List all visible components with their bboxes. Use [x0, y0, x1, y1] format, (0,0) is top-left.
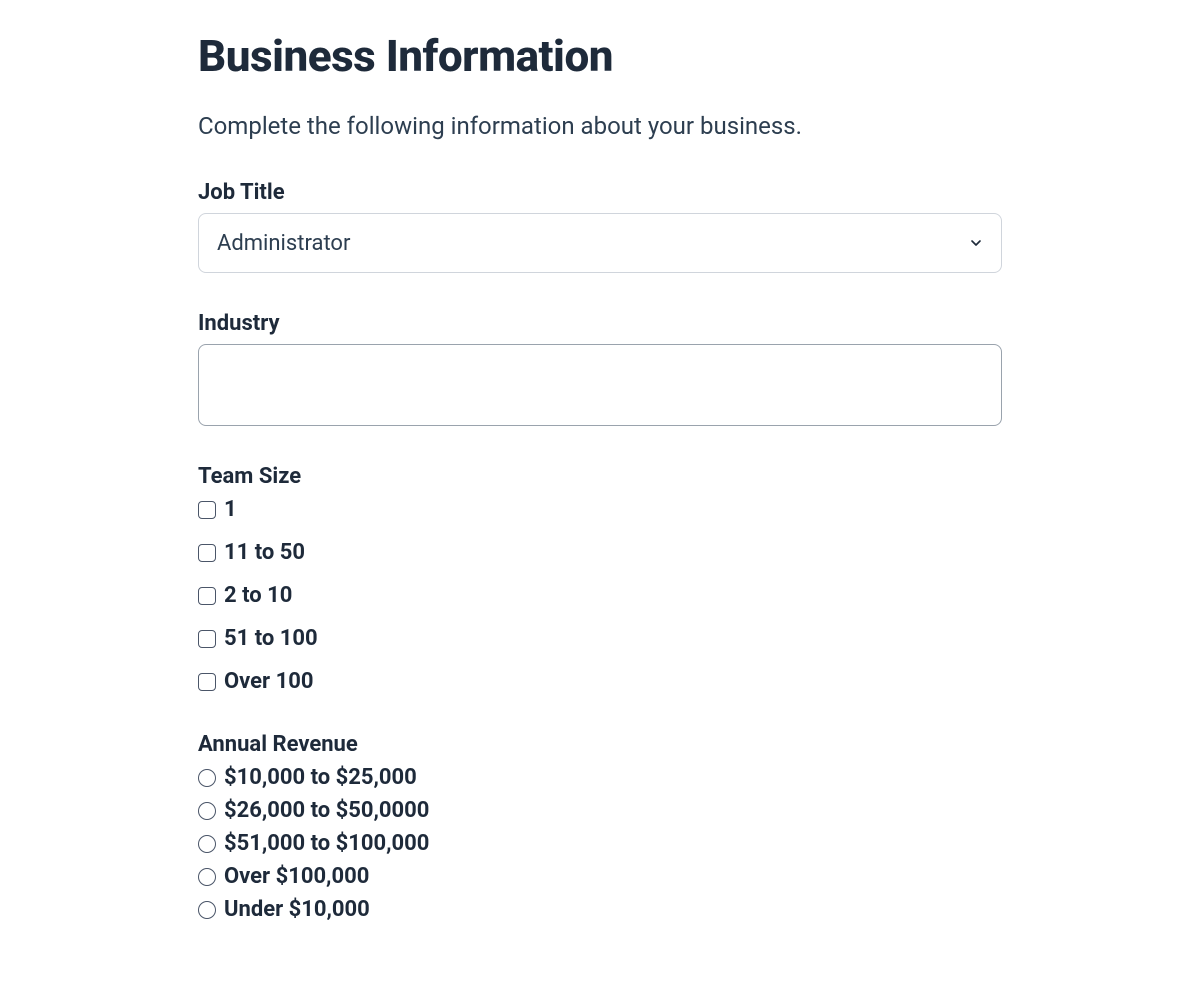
option-label: Over 100 [224, 669, 313, 694]
industry-input[interactable] [198, 344, 1002, 426]
annual-revenue-option: $26,000 to $50,0000 [198, 798, 1002, 823]
team-size-field: Team Size 1 11 to 50 2 to 10 51 to 100 O… [198, 464, 1002, 694]
industry-label: Industry [198, 311, 1002, 336]
annual-revenue-label: Annual Revenue [198, 732, 1002, 757]
job-title-label: Job Title [198, 180, 1002, 205]
annual-revenue-option: $51,000 to $100,000 [198, 831, 1002, 856]
page-title: Business Information [198, 30, 1002, 82]
annual-revenue-option: $10,000 to $25,000 [198, 765, 1002, 790]
annual-revenue-option: Under $10,000 [198, 897, 1002, 922]
checkbox-input[interactable] [198, 501, 216, 519]
option-label: 2 to 10 [224, 583, 292, 608]
team-size-option: 1 [198, 497, 1002, 522]
option-label: 1 [224, 497, 237, 522]
checkbox-input[interactable] [198, 630, 216, 648]
job-title-field: Job Title Administrator [198, 180, 1002, 273]
option-label: 11 to 50 [224, 540, 305, 565]
radio-input[interactable] [198, 802, 216, 820]
annual-revenue-option: Over $100,000 [198, 864, 1002, 889]
checkbox-input[interactable] [198, 673, 216, 691]
option-label: Under $10,000 [224, 897, 370, 922]
option-label: $51,000 to $100,000 [224, 831, 429, 856]
option-label: 51 to 100 [224, 626, 318, 651]
job-title-select[interactable]: Administrator [198, 213, 1002, 273]
industry-field: Industry [198, 311, 1002, 426]
page-description: Complete the following information about… [198, 112, 1002, 140]
radio-input[interactable] [198, 868, 216, 886]
checkbox-input[interactable] [198, 587, 216, 605]
team-size-option: Over 100 [198, 669, 1002, 694]
job-title-selected-value: Administrator [217, 231, 350, 256]
form-container: Business Information Complete the follow… [0, 0, 1200, 990]
option-label: $26,000 to $50,0000 [224, 798, 429, 823]
team-size-option: 11 to 50 [198, 540, 1002, 565]
checkbox-input[interactable] [198, 544, 216, 562]
radio-input[interactable] [198, 901, 216, 919]
annual-revenue-field: Annual Revenue $10,000 to $25,000 $26,00… [198, 732, 1002, 922]
team-size-label: Team Size [198, 464, 1002, 489]
annual-revenue-options: $10,000 to $25,000 $26,000 to $50,0000 $… [198, 765, 1002, 922]
job-title-select-wrapper: Administrator [198, 213, 1002, 273]
team-size-option: 51 to 100 [198, 626, 1002, 651]
option-label: $10,000 to $25,000 [224, 765, 417, 790]
option-label: Over $100,000 [224, 864, 369, 889]
team-size-options: 1 11 to 50 2 to 10 51 to 100 Over 100 [198, 497, 1002, 694]
team-size-option: 2 to 10 [198, 583, 1002, 608]
radio-input[interactable] [198, 835, 216, 853]
radio-input[interactable] [198, 769, 216, 787]
